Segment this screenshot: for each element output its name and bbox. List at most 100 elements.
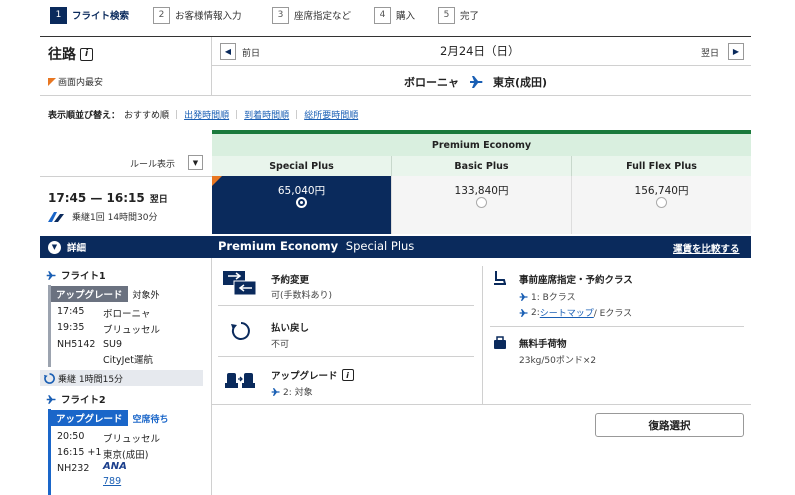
orange-corner-icon [48, 77, 56, 86]
info-icon[interactable]: i [341, 369, 354, 381]
outbound-label: 往路 [48, 47, 76, 63]
flight2-upgrade: アップグレード 空席待ち [51, 410, 169, 426]
services-divider [482, 266, 483, 404]
compare-fares-link[interactable]: 運賃を比較する [673, 241, 740, 255]
flight1-arr-time: 19:35 [57, 322, 85, 333]
flight2-label: フライト2 [61, 395, 106, 406]
lowest-price-label: 画面内最安 [58, 78, 104, 88]
services-rule-3 [490, 326, 744, 327]
step-label: フライト検索 [72, 11, 130, 22]
airplane-icon [271, 387, 280, 396]
sort-separator: | [295, 109, 299, 120]
fare-header-special-plus: Special Plus [212, 156, 392, 176]
services-bottom-rule [212, 404, 751, 405]
flight1-number: NH5142 [57, 339, 96, 350]
left-panel-divider [211, 258, 212, 495]
sort-option-duration[interactable]: 総所要時間順 [304, 108, 358, 121]
detail-bar: ▼ 詳細 Premium Economy Special Plus 運賃を比較す… [40, 236, 751, 258]
fare-radio[interactable] [476, 197, 487, 208]
flight1-header: フライト1 [46, 268, 106, 282]
ana-logo: ANA [103, 461, 127, 472]
origin-city: ボローニャ [404, 76, 459, 89]
refund-icon [231, 322, 250, 340]
seat-line1: 1: Bクラス [519, 290, 576, 303]
services-rule-2 [218, 356, 474, 357]
seat-icon [494, 271, 506, 285]
step-number: 3 [272, 6, 289, 24]
fare-radio-selected[interactable] [296, 197, 307, 208]
airplane-icon [46, 394, 56, 404]
flight1-equipment: SU9 [103, 339, 123, 350]
refund-title: 払い戻し [271, 323, 310, 334]
rules-dropdown-button[interactable]: ▼ [188, 155, 203, 170]
sort-separator: | [175, 109, 179, 120]
step-number: 1 [50, 6, 67, 24]
connection-row: 乗継 1時間15分 [40, 370, 203, 386]
seat-class-1: 1: Bクラス [531, 293, 576, 303]
sort-separator: | [235, 109, 239, 120]
prev-day-button[interactable]: ◀ [220, 43, 236, 60]
step-3: 3 座席指定など [272, 6, 351, 24]
destination-city: 東京(成田) [493, 76, 548, 89]
header-divider [211, 37, 212, 95]
itinerary-summary: 17:45 — 16:15 翌日 [48, 191, 168, 205]
next-day-label[interactable]: 翌日 [701, 46, 719, 59]
services-rule-1 [218, 305, 474, 306]
step-number: 4 [374, 6, 391, 24]
upgrade-tag: アップグレード [51, 286, 128, 302]
upgrade-title: アップグレード [271, 371, 338, 382]
refund-value: 不可 [271, 340, 290, 350]
ticket-change-icon [223, 271, 257, 296]
route: ボローニャ 東京(成田) [404, 74, 547, 90]
fare-radio[interactable] [656, 197, 667, 208]
flight1-dep-city: ボローニャ [103, 309, 151, 320]
fare-price: 156,740円 [634, 185, 689, 197]
sort-option-arrival[interactable]: 到着時間順 [244, 108, 289, 121]
flight2-arr-time: 16:15 +1 [57, 447, 102, 458]
airline-logo-icon [48, 211, 64, 222]
fare-cell-special-plus[interactable]: 65,040円 [212, 176, 392, 234]
cabin-header: Premium Economy [212, 134, 751, 156]
step-number: 2 [153, 6, 170, 24]
flight1-operator: CityJet運航 [103, 355, 153, 366]
sort-bar: 表示順並び替え： おすすめ順 | 出発時間順 | 到着時間順 | 総所要時間順 [48, 108, 358, 122]
rules-label[interactable]: ルール表示 [130, 157, 175, 170]
date-label: 2月24日（日） [440, 44, 520, 58]
airplane-icon [519, 292, 528, 301]
connection-summary: 乗継1回 14時間30分 [72, 213, 158, 223]
connection-time: 乗継 1時間15分 [58, 374, 124, 385]
step-label: お客様情報入力 [175, 11, 242, 22]
upgrade-tag: アップグレード [51, 410, 128, 426]
next-day-button[interactable]: ▶ [728, 43, 744, 60]
sort-option-departure[interactable]: 出発時間順 [184, 108, 229, 121]
seat-line2-prefix: 2: [531, 307, 540, 318]
seat-class-2: / Eクラス [593, 309, 633, 319]
change-value: 可(手数料あり) [271, 291, 333, 301]
airplane-icon [46, 270, 56, 280]
fare-cell-full-flex-plus[interactable]: 156,740円 [572, 176, 751, 234]
flight2-dep-city: ブリュッセル [103, 434, 161, 445]
detail-label: 詳細 [67, 243, 87, 254]
sort-option-recommended[interactable]: おすすめ順 [124, 108, 169, 121]
detail-title-fare: Special Plus [345, 239, 415, 253]
prev-day-label[interactable]: 前日 [242, 46, 260, 59]
upgrade-value: 2: 対象 [283, 388, 313, 398]
flight2-equipment-link[interactable]: 789 [103, 476, 121, 487]
seat-upgrade-icon [225, 373, 255, 388]
airplane-icon [519, 308, 528, 317]
fare-header-full-flex-plus: Full Flex Plus [572, 156, 751, 176]
step-label: 座席指定など [294, 11, 352, 22]
chevron-right-icon: ▶ [732, 47, 740, 56]
upgrade-status: 対象外 [132, 290, 160, 301]
step-1: 1 フライト検索 [50, 6, 129, 24]
flight1-dep-time: 17:45 [57, 306, 85, 317]
detail-toggle[interactable]: ▼ 詳細 [48, 240, 86, 254]
itinerary-connections: 乗継1回 14時間30分 [48, 210, 158, 223]
select-return-button[interactable]: 復路選択 [595, 413, 744, 437]
baggage-icon [494, 336, 506, 349]
chevron-down-icon: ▼ [192, 158, 199, 167]
seat-map-link[interactable]: シートマップ [540, 306, 594, 319]
seat-title: 事前座席指定・予約クラス [519, 275, 633, 286]
fare-cell-basic-plus[interactable]: 133,840円 [392, 176, 572, 234]
info-icon[interactable]: i [80, 47, 93, 61]
